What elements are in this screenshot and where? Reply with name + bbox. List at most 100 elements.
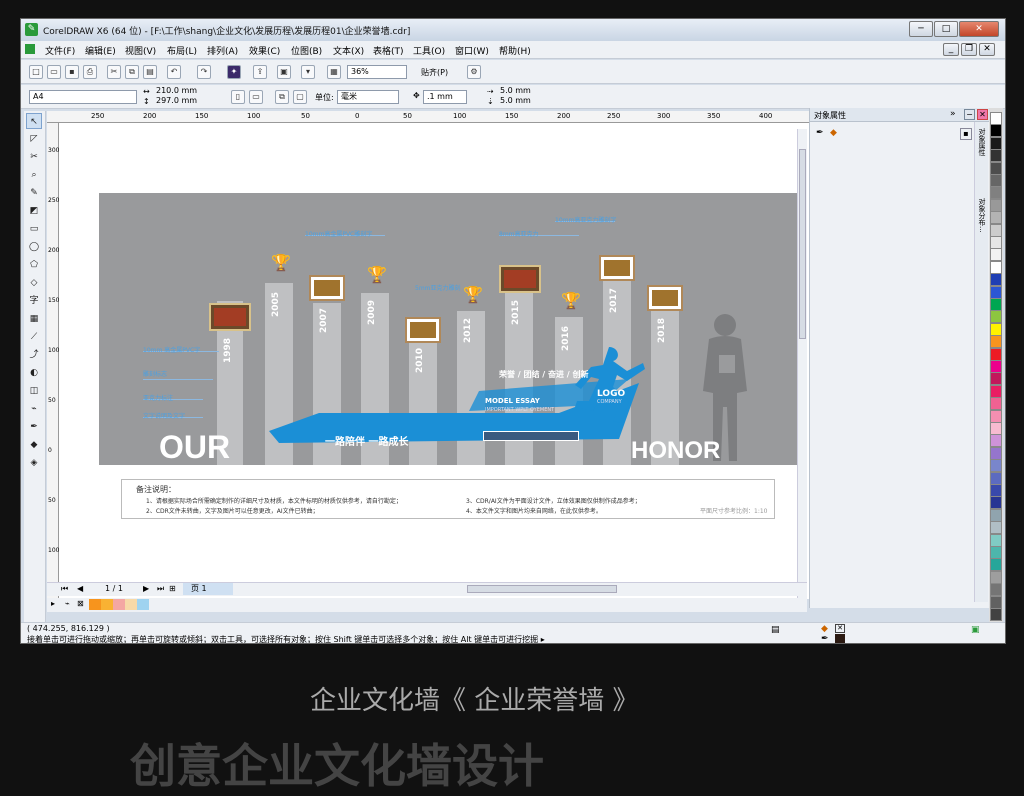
units-dropdown[interactable]: 毫米 bbox=[337, 90, 399, 104]
minimize-button[interactable]: ─ bbox=[909, 21, 933, 37]
interactive-fill-icon[interactable]: ◈ bbox=[26, 455, 42, 471]
options-icon[interactable]: ⚙ bbox=[467, 65, 481, 79]
palette-swatch[interactable] bbox=[990, 112, 1002, 125]
polygon-tool-icon[interactable]: ⬠ bbox=[26, 257, 42, 273]
maximize-button[interactable]: □ bbox=[934, 21, 958, 37]
cut-icon[interactable]: ✂ bbox=[107, 65, 121, 79]
shape-tool-icon[interactable]: ◸ bbox=[26, 131, 42, 147]
palette-swatch[interactable] bbox=[990, 285, 1002, 299]
current-page-icon[interactable]: ▢ bbox=[293, 90, 307, 104]
palette-swatch[interactable] bbox=[990, 335, 1002, 349]
close-button[interactable]: ✕ bbox=[959, 21, 999, 37]
palette-swatch[interactable] bbox=[990, 583, 1002, 597]
zoom-tool-icon[interactable]: ⌕ bbox=[26, 167, 42, 183]
duplicate-y-field[interactable]: 5.0 mm bbox=[497, 96, 545, 107]
doc-restore-button[interactable]: ❐ bbox=[961, 43, 977, 56]
menu-effects[interactable]: 效果(C) bbox=[249, 44, 280, 57]
rectangle-tool-icon[interactable]: ▭ bbox=[26, 221, 42, 237]
landscape-icon[interactable]: ▭ bbox=[249, 90, 263, 104]
doc-minimize-button[interactable]: _ bbox=[943, 43, 959, 56]
palette-swatch[interactable] bbox=[990, 508, 1002, 522]
connector-tool-icon[interactable]: ⤴ bbox=[26, 347, 42, 363]
palette-swatch[interactable] bbox=[990, 459, 1002, 473]
all-pages-icon[interactable]: ⧉ bbox=[275, 90, 289, 104]
publish-pdf-icon[interactable]: ▣ bbox=[277, 65, 291, 79]
import-icon[interactable]: ✦ bbox=[227, 65, 241, 79]
palette-swatch[interactable] bbox=[990, 136, 1002, 150]
honor-wall-artwork[interactable]: 1998 2005 2007 2009 2010 2012 2015 2016 … bbox=[99, 193, 799, 465]
doc-color-swatch[interactable] bbox=[137, 599, 149, 610]
smart-fill-icon[interactable]: ◩ bbox=[26, 203, 42, 219]
open-icon[interactable]: ▭ bbox=[47, 65, 61, 79]
docker-expand-icon[interactable]: » bbox=[950, 109, 956, 119]
docker-tab[interactable]: 对象属性 bbox=[977, 128, 987, 156]
palette-swatch[interactable] bbox=[990, 149, 1002, 163]
vertical-scrollbar[interactable] bbox=[797, 129, 807, 599]
palette-swatch[interactable] bbox=[990, 223, 1002, 237]
undo-icon[interactable]: ↶ bbox=[167, 65, 181, 79]
palette-swatch[interactable] bbox=[990, 273, 1002, 287]
crop-tool-icon[interactable]: ✂ bbox=[26, 149, 42, 165]
zoom-level-field[interactable]: 36% bbox=[347, 65, 407, 79]
palette-menu-icon[interactable]: ▸ bbox=[51, 599, 55, 608]
fill-tab-icon[interactable]: ◆ bbox=[830, 128, 837, 138]
next-page-icon[interactable]: ▶ bbox=[143, 584, 149, 593]
paste-icon[interactable]: ▤ bbox=[143, 65, 157, 79]
menu-window[interactable]: 窗口(W) bbox=[455, 44, 489, 57]
nudge-distance-field[interactable]: .1 mm bbox=[423, 90, 467, 104]
palette-swatch[interactable] bbox=[990, 471, 1002, 485]
menu-table[interactable]: 表格(T) bbox=[373, 44, 404, 57]
palette-swatch[interactable] bbox=[990, 211, 1002, 225]
menu-text[interactable]: 文本(X) bbox=[333, 44, 364, 57]
palette-swatch[interactable] bbox=[990, 161, 1002, 175]
menu-edit[interactable]: 编辑(E) bbox=[85, 44, 116, 57]
palette-swatch[interactable] bbox=[990, 174, 1002, 187]
welcome-screen-icon[interactable]: ▦ bbox=[327, 65, 341, 79]
doc-color-swatch[interactable] bbox=[101, 599, 113, 610]
no-color-icon[interactable]: ⊠ bbox=[77, 599, 84, 608]
palette-swatch[interactable] bbox=[990, 347, 1002, 361]
drawing-canvas[interactable]: 1998 2005 2007 2009 2010 2012 2015 2016 … bbox=[59, 123, 819, 599]
basic-shapes-icon[interactable]: ◇ bbox=[26, 275, 42, 291]
palette-swatch[interactable] bbox=[990, 446, 1002, 460]
scroll-thumb[interactable] bbox=[799, 149, 806, 339]
palette-swatch[interactable] bbox=[990, 521, 1002, 535]
palette-swatch[interactable] bbox=[990, 186, 1002, 200]
palette-swatch[interactable] bbox=[990, 198, 1002, 212]
copy-icon[interactable]: ⧉ bbox=[125, 65, 139, 79]
palette-swatch[interactable] bbox=[990, 533, 1002, 547]
doc-close-button[interactable]: ✕ bbox=[979, 43, 995, 56]
palette-swatch[interactable] bbox=[990, 322, 1002, 336]
title-bar[interactable]: ✎ CorelDRAW X6 (64 位) - [F:\工作\shang\企业文… bbox=[21, 19, 1005, 41]
blend-tool-icon[interactable]: ◐ bbox=[26, 365, 42, 381]
page-size-dropdown[interactable]: A4 bbox=[29, 90, 137, 104]
dimension-tool-icon[interactable]: ⟋ bbox=[26, 329, 42, 345]
docker-options-icon[interactable]: ▪ bbox=[960, 128, 972, 140]
table-tool-icon[interactable]: ▦ bbox=[26, 311, 42, 327]
redo-icon[interactable]: ↷ bbox=[197, 65, 211, 79]
menu-tools[interactable]: 工具(O) bbox=[413, 44, 445, 57]
menu-view[interactable]: 视图(V) bbox=[125, 44, 156, 57]
menu-file[interactable]: 文件(F) bbox=[45, 44, 75, 57]
docker-tab[interactable]: 对象分布... bbox=[977, 198, 987, 233]
doc-color-swatch[interactable] bbox=[89, 599, 101, 610]
menu-bitmaps[interactable]: 位图(B) bbox=[291, 44, 322, 57]
vertical-ruler[interactable]: 300 250 200 150 100 50 0 50 100 150 bbox=[47, 123, 59, 599]
first-page-icon[interactable]: ⏮ bbox=[61, 584, 68, 594]
page-tab[interactable]: 页 1 bbox=[183, 583, 233, 595]
palette-swatch[interactable] bbox=[990, 298, 1002, 311]
palette-swatch[interactable] bbox=[990, 248, 1002, 262]
palette-swatch[interactable] bbox=[990, 124, 1002, 138]
freehand-tool-icon[interactable]: ✎ bbox=[26, 185, 42, 201]
eyedropper-icon[interactable]: ⌁ bbox=[65, 599, 70, 608]
new-icon[interactable]: □ bbox=[29, 65, 43, 79]
palette-swatch[interactable] bbox=[990, 595, 1002, 609]
menu-help[interactable]: 帮助(H) bbox=[499, 44, 531, 57]
snap-to-dropdown[interactable]: 贴齐(P) bbox=[421, 67, 448, 78]
outline-tab-icon[interactable]: ✒ bbox=[816, 128, 824, 138]
add-page-icon[interactable]: ⊞ bbox=[169, 584, 176, 593]
menu-layout[interactable]: 布局(L) bbox=[167, 44, 197, 57]
palette-swatch[interactable] bbox=[990, 422, 1002, 435]
palette-swatch[interactable] bbox=[990, 236, 1002, 249]
palette-swatch[interactable] bbox=[990, 372, 1002, 386]
